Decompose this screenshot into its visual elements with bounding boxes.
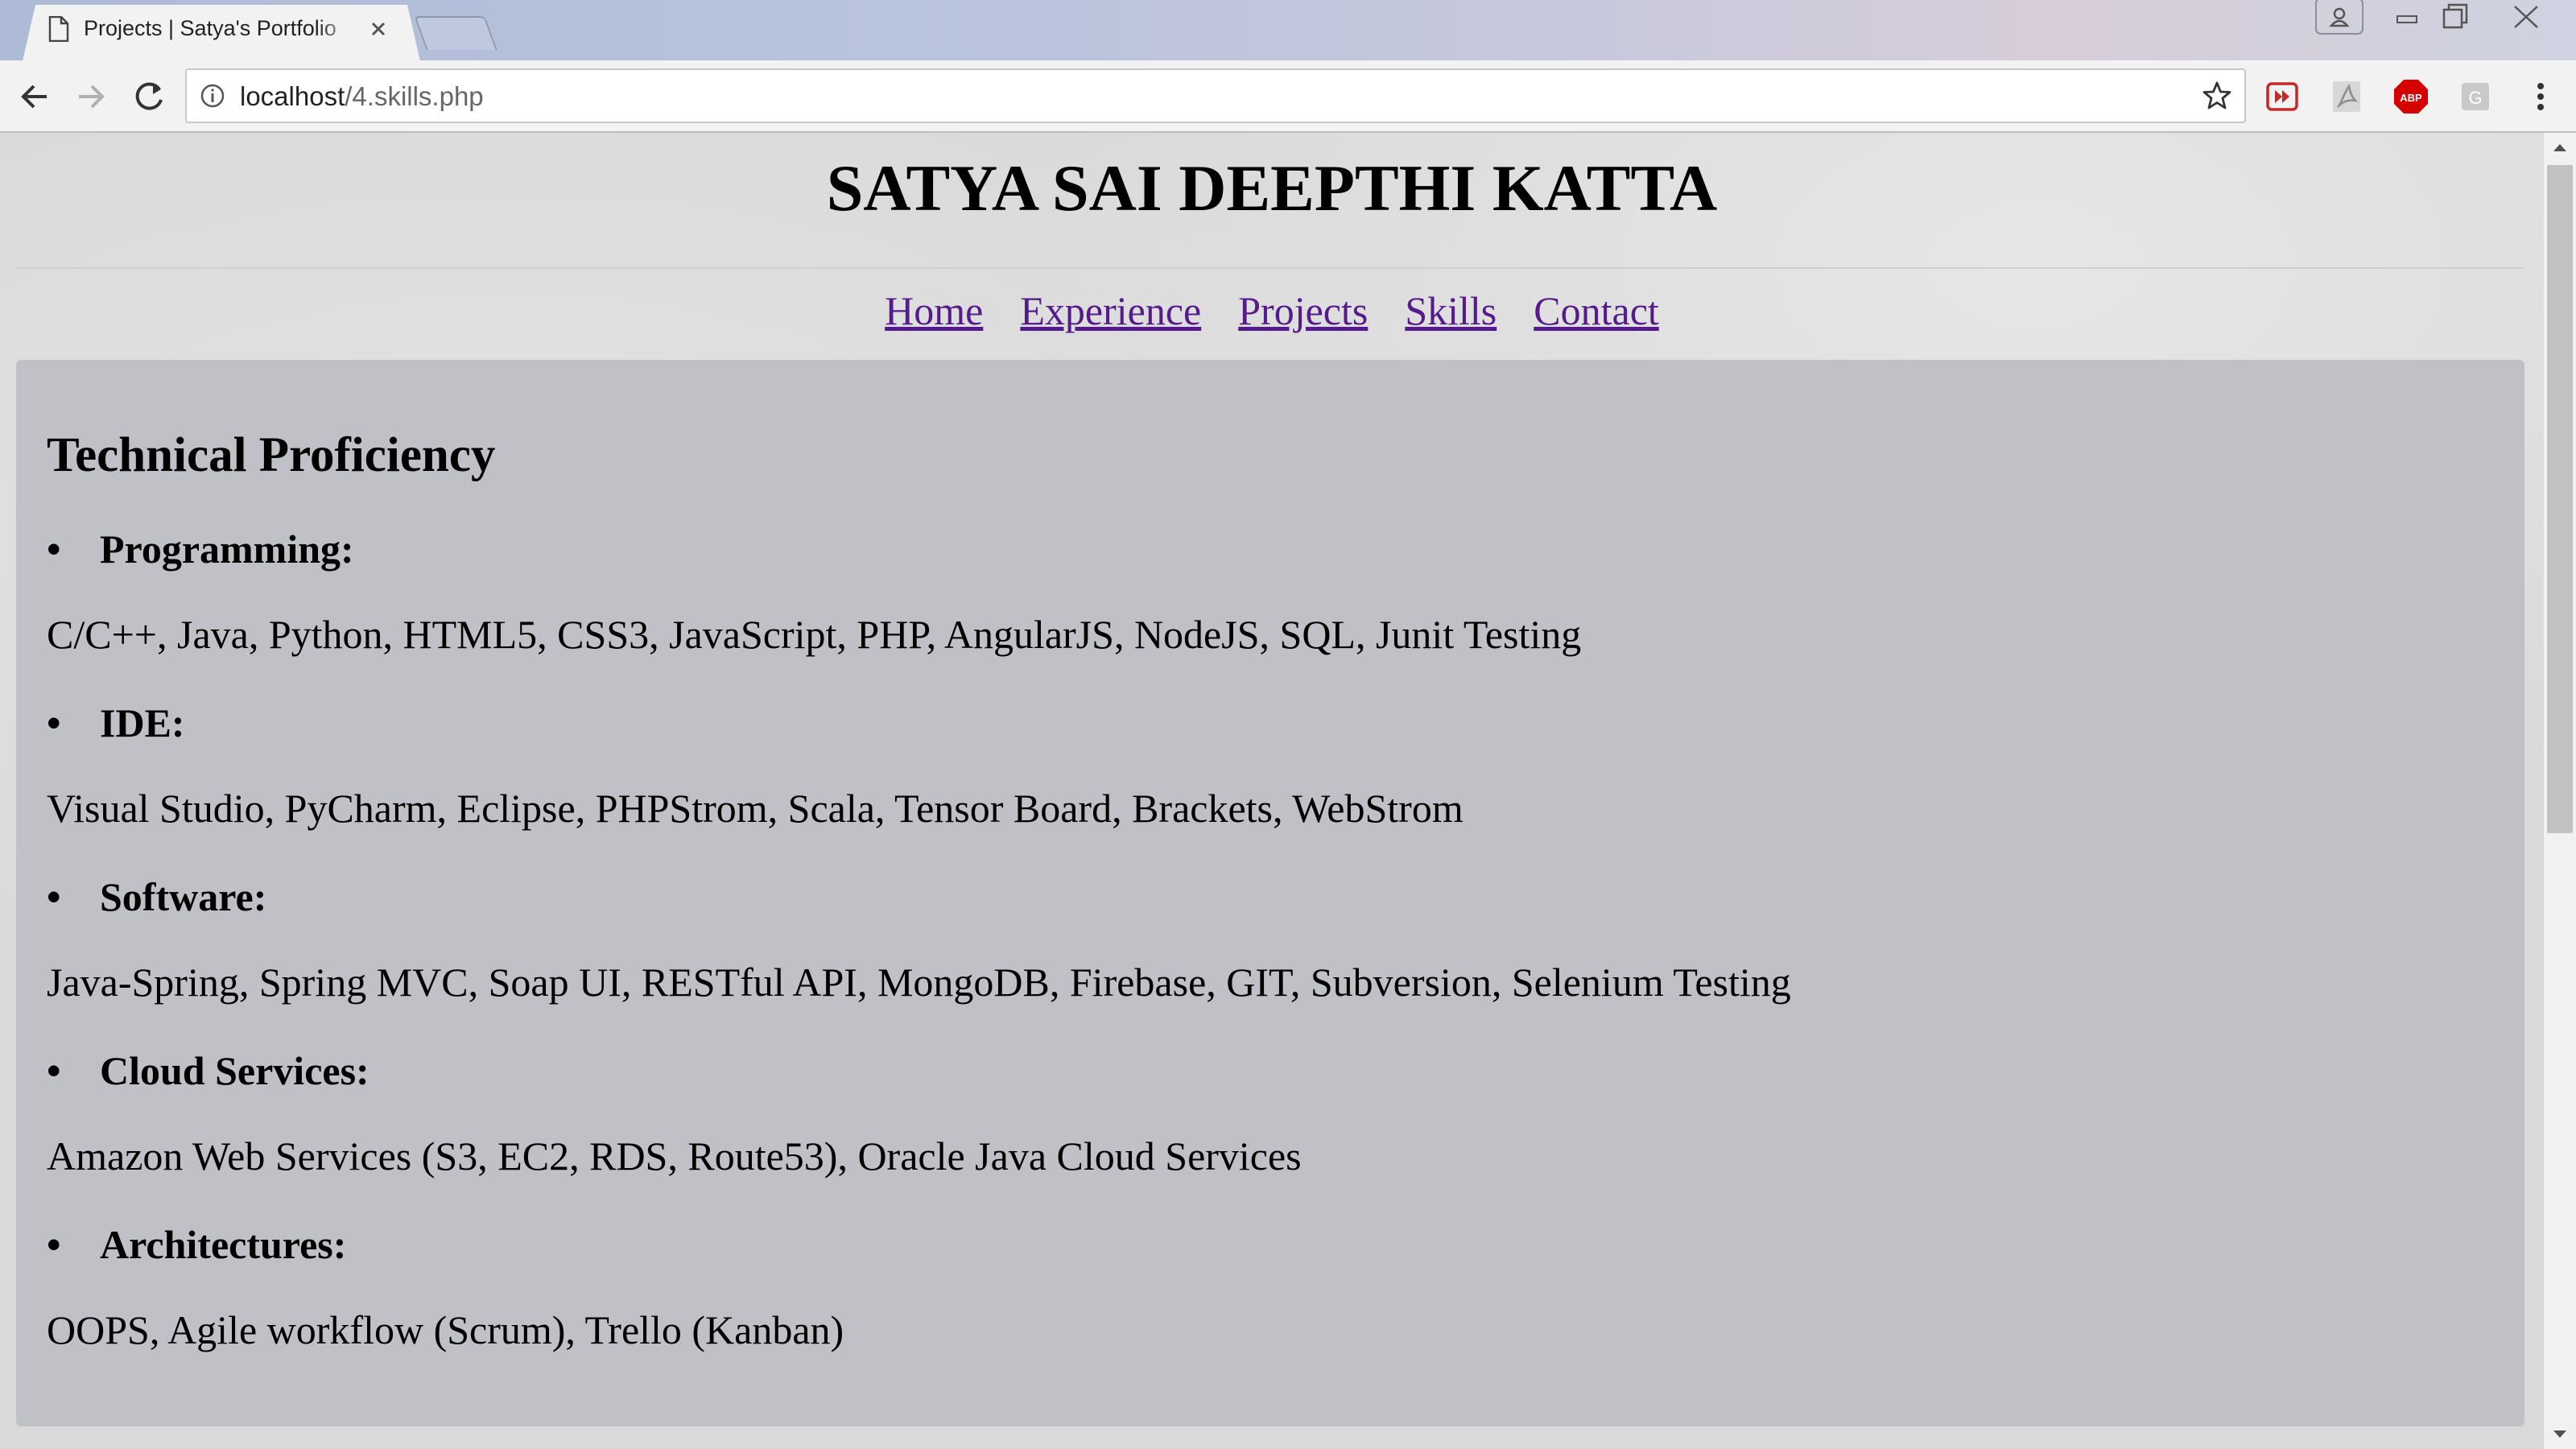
browser-toolbar: localhost/4.skills.php ABP G xyxy=(0,60,2576,133)
adblock-icon[interactable]: ABP xyxy=(2392,78,2429,115)
extension-g-label: G xyxy=(2468,88,2482,108)
new-tab-button[interactable] xyxy=(414,16,497,50)
nav-skills-link[interactable]: Skills xyxy=(1405,288,1496,333)
address-bar[interactable]: localhost/4.skills.php xyxy=(185,68,2246,123)
info-icon[interactable] xyxy=(200,83,225,109)
close-window-icon[interactable] xyxy=(2505,0,2547,35)
adblock-label: ABP xyxy=(2400,92,2422,104)
close-tab-icon[interactable] xyxy=(369,19,388,39)
profile-icon[interactable] xyxy=(2315,0,2363,35)
url-text: localhost/4.skills.php xyxy=(240,81,484,112)
skill-items: Amazon Web Services (S3, EC2, RDS, Route… xyxy=(47,1133,1302,1179)
skill-category-label: • Cloud Services: xyxy=(47,1047,369,1094)
bullet-icon: • xyxy=(47,874,61,919)
bullet-icon: • xyxy=(47,700,61,745)
url-host: localhost xyxy=(240,81,345,111)
nav-home-link[interactable]: Home xyxy=(885,288,983,333)
skill-category-text: Programming: xyxy=(100,526,354,572)
url-path: /4.skills.php xyxy=(345,81,484,111)
site-title: SATYA SAI DEEPTHI KATTA xyxy=(826,151,1718,225)
nav-projects-link[interactable]: Projects xyxy=(1238,288,1368,333)
skill-category-text: Cloud Services: xyxy=(100,1048,369,1093)
page-scrollbar[interactable] xyxy=(2544,133,2576,1449)
browser-menu-icon[interactable] xyxy=(2524,78,2557,115)
site-nav: Home Experience Projects Skills Contact xyxy=(0,287,2544,334)
bullet-icon: • xyxy=(47,526,61,572)
scroll-down-arrow-icon[interactable] xyxy=(2550,1426,2570,1443)
minimize-icon[interactable] xyxy=(2389,0,2425,35)
bullet-icon: • xyxy=(47,1048,61,1093)
skill-items: Java-Spring, Spring MVC, Soap UI, RESTfu… xyxy=(47,960,1791,1005)
skill-items: OOPS, Agile workflow (Scrum), Trello (Ka… xyxy=(47,1307,844,1352)
skill-category-label: • IDE: xyxy=(47,700,185,746)
skill-category-label: • Architectures: xyxy=(47,1221,346,1268)
reload-icon[interactable] xyxy=(130,78,167,115)
section-title: Technical Proficiency xyxy=(47,428,496,482)
skill-items: Visual Studio, PyCharm, Eclipse, PHPStro… xyxy=(47,786,1463,831)
web-page: SATYA SAI DEEPTHI KATTA Home Experience Pr… xyxy=(0,133,2544,1449)
back-arrow-icon[interactable] xyxy=(16,78,53,115)
skill-items: C/C++, Java, Python, HTML5, CSS3, JavaSc… xyxy=(47,612,1582,657)
skill-category-text: Architectures: xyxy=(100,1222,347,1267)
grammar-extension-icon[interactable]: G xyxy=(2457,78,2494,115)
bullet-icon: • xyxy=(47,1222,61,1267)
skill-category-label: • Programming: xyxy=(47,526,354,572)
skill-category-text: Software: xyxy=(100,874,267,919)
nav-experience-link[interactable]: Experience xyxy=(1020,288,1201,333)
scrollbar-thumb[interactable] xyxy=(2547,165,2573,833)
tab-strip: Projects | Satya's Portfolio xyxy=(0,0,2576,61)
skill-category-label: • Software: xyxy=(47,873,266,920)
skill-category-text: IDE: xyxy=(100,700,185,745)
pdf-extension-icon[interactable] xyxy=(2328,78,2365,115)
tab-title: Projects | Satya's Portfolio xyxy=(84,16,336,40)
forward-arrow-icon[interactable] xyxy=(72,78,109,115)
scroll-up-arrow-icon[interactable] xyxy=(2550,139,2570,155)
video-extension-icon[interactable] xyxy=(2264,78,2301,115)
skills-panel: Technical Proficiency • Programming: C/C+… xyxy=(16,360,2524,1426)
restore-icon[interactable] xyxy=(2438,0,2473,35)
title-divider xyxy=(16,267,2524,269)
bookmark-star-icon[interactable] xyxy=(2201,80,2233,112)
nav-contact-link[interactable]: Contact xyxy=(1534,288,1659,333)
page-icon xyxy=(48,16,69,42)
